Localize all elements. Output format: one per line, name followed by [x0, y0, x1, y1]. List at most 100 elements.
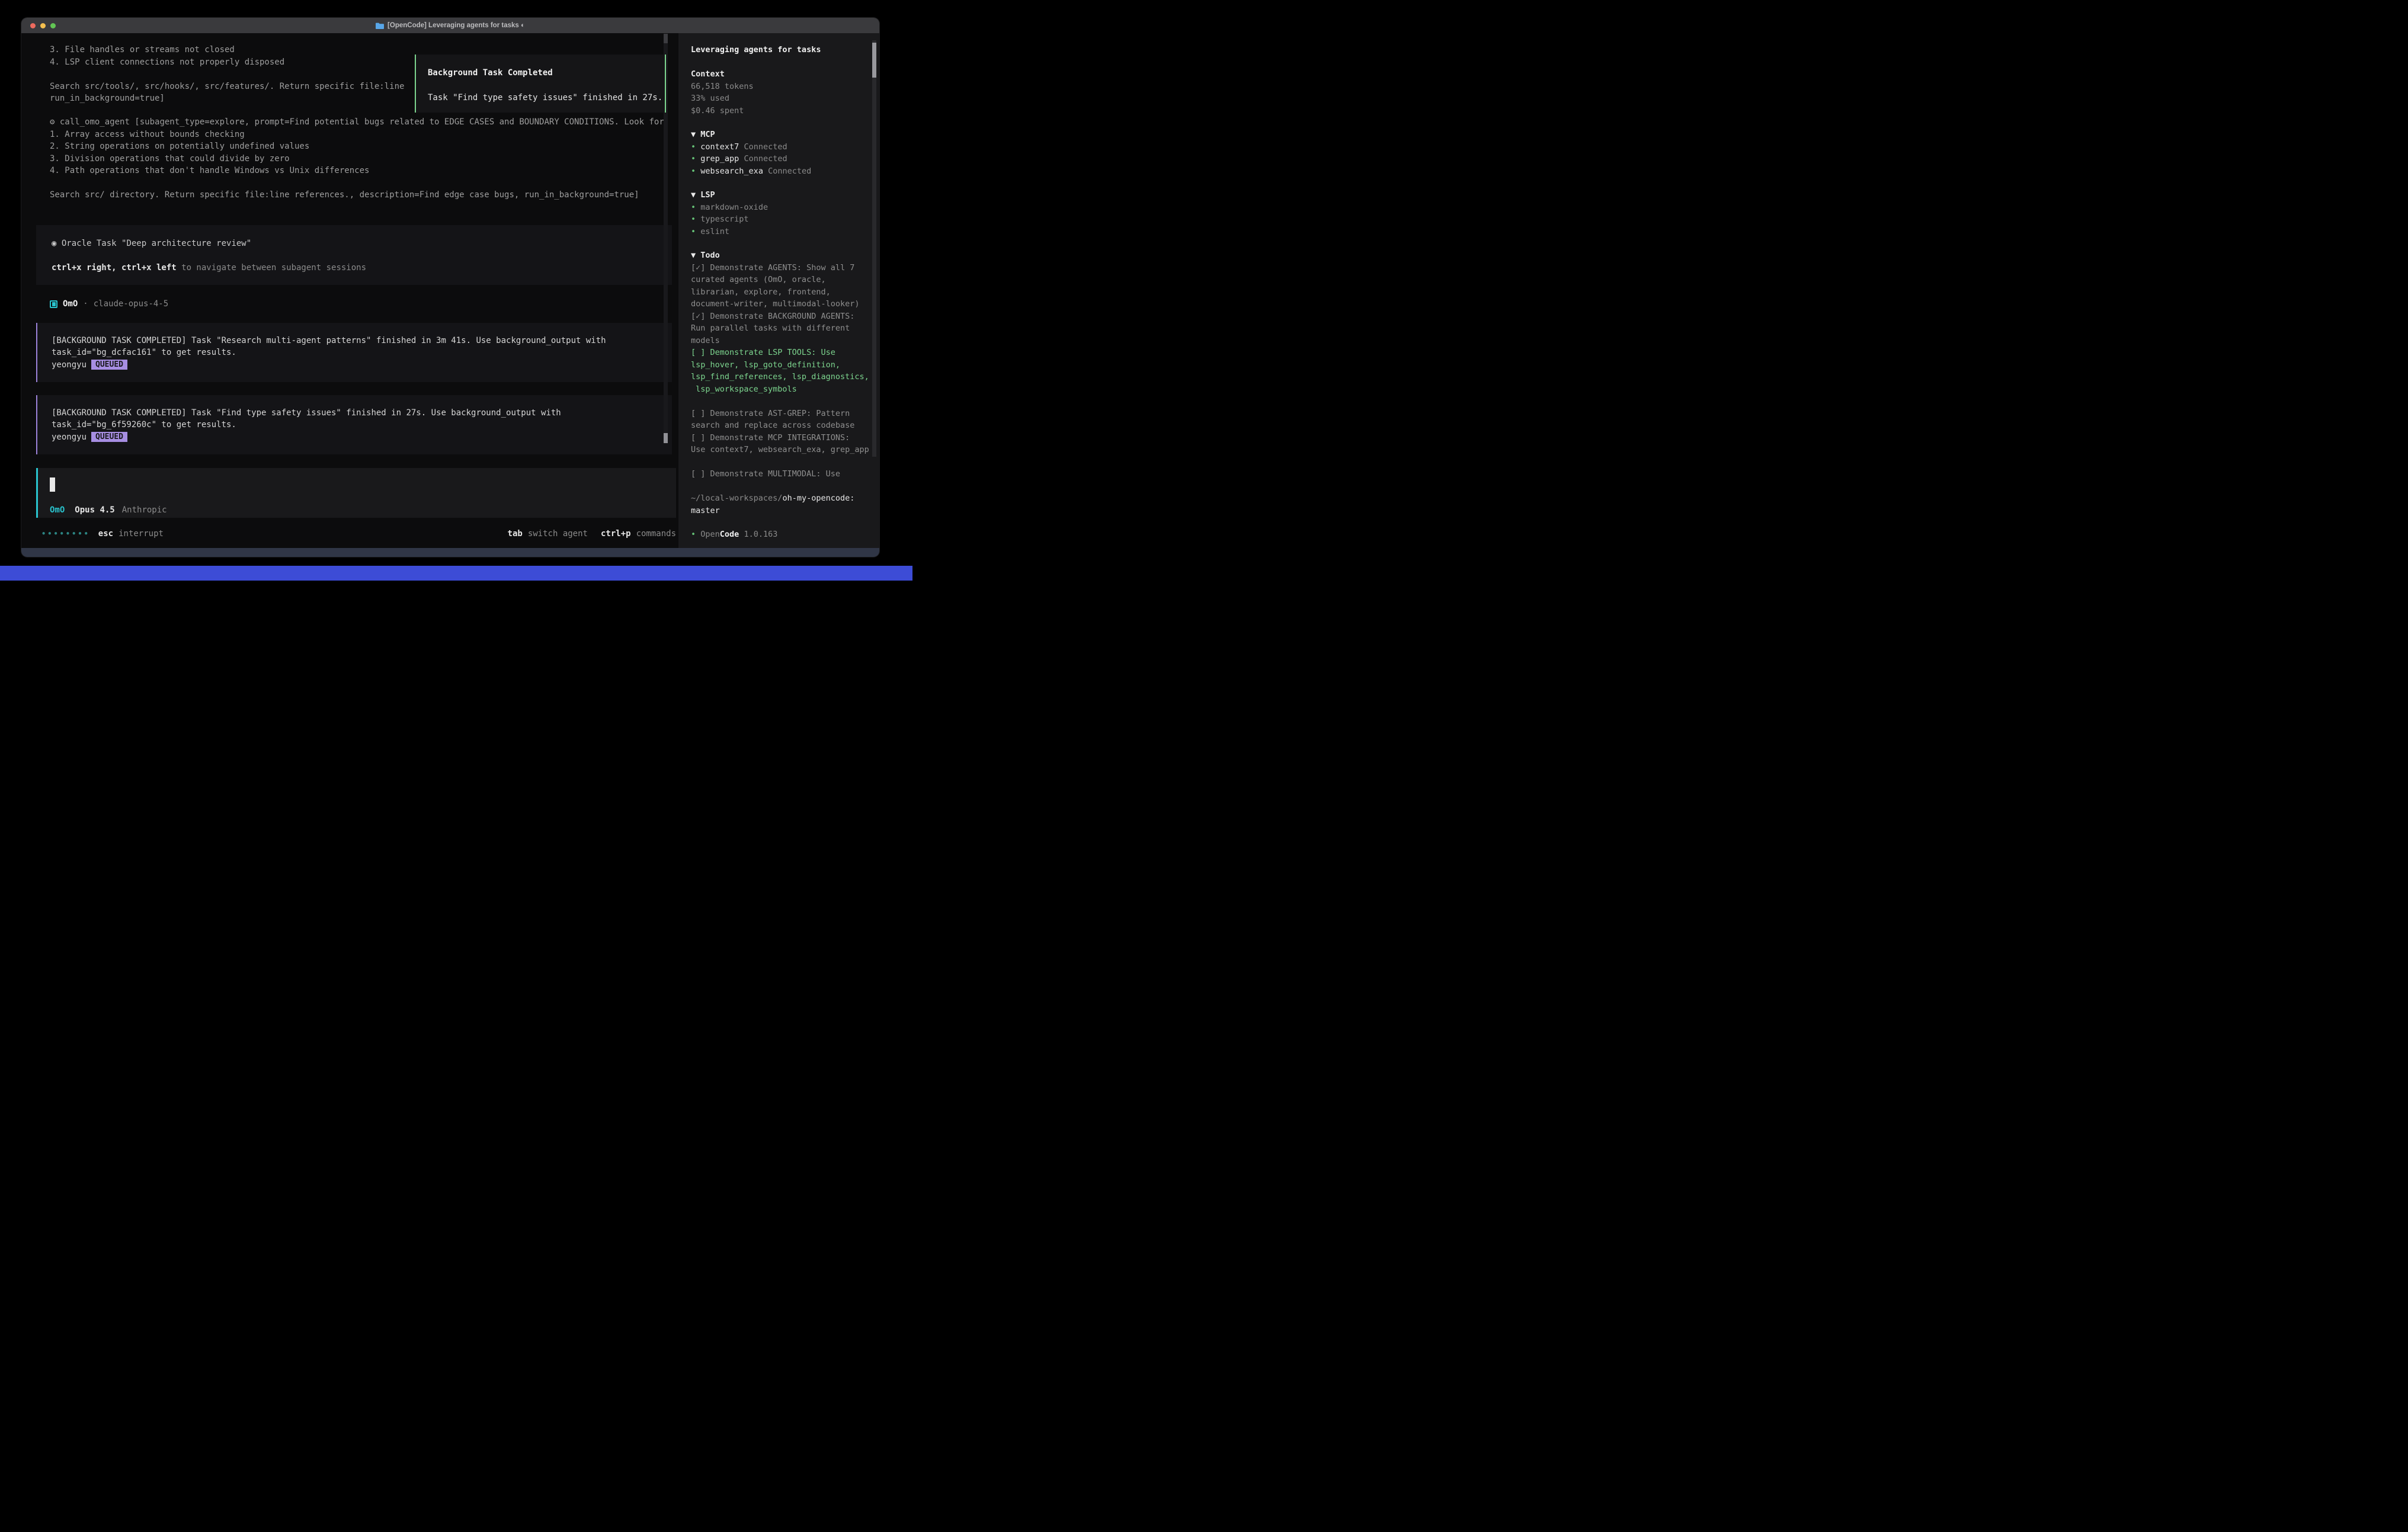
version-number: 1.0.163 [739, 530, 777, 539]
tab-key-label: switch agent [528, 529, 588, 539]
agent-checkbox-icon [50, 300, 57, 308]
titlebar: [OpenCode] Leveraging agents for tasks ◐ [21, 18, 879, 33]
status-dot-icon: • [691, 530, 696, 539]
scrollback-text: 3. File handles or streams not closed 4.… [50, 44, 404, 105]
terminal-main-pane: 3. File handles or streams not closed 4.… [21, 33, 678, 548]
ctrlp-key-label: commands [636, 529, 676, 539]
agent-session-row: OmO · claude-opus-4-5 [50, 298, 168, 310]
mcp-section-header[interactable]: ▼ MCP [691, 129, 811, 141]
status-badge: QUEUED [91, 432, 127, 442]
text-cursor [50, 477, 55, 492]
app-version-row: • OpenCode 1.0.163 [678, 528, 777, 541]
brand-code: Code [720, 530, 739, 539]
input-model-name: Opus 4.5 [75, 505, 114, 515]
shortcut-hint: to navigate between subagent sessions [177, 263, 366, 273]
oracle-task-card: ◉ Oracle Task "Deep architecture review"… [36, 225, 672, 285]
chevron-down-icon: ▼ [691, 251, 696, 260]
bullet-icon: • [691, 142, 696, 152]
chevron-down-icon: ▼ [691, 190, 696, 200]
todo-line-active: lsp_find_references, lsp_diagnostics, [691, 371, 869, 383]
bullet-icon: • [691, 154, 696, 164]
terminal-line: Search src/tools/, src/hooks/, src/featu… [50, 81, 404, 93]
background-task-message: [BACKGROUND TASK COMPLETED] Task "Find t… [36, 395, 672, 454]
activity-dots-icon: •••••••• [41, 530, 90, 538]
input-agent-name: OmO [50, 505, 65, 515]
bullet-icon: • [691, 166, 696, 176]
session-title: Leveraging agents for tasks [691, 44, 821, 56]
todo-line-active: [ ] Demonstrate LSP TOOLS: Use [691, 347, 869, 359]
bullet-icon: • [691, 203, 696, 212]
input-provider-name: Anthropic [122, 505, 167, 515]
prompt-input[interactable]: OmO Opus 4.5 Anthropic [36, 468, 676, 518]
todo-line: curated agents (OmO, oracle, [691, 274, 869, 286]
toast-body: Task "Find type safety issues" finished … [428, 92, 665, 104]
context-used: 33% used [691, 92, 754, 105]
context-spent: $0.46 spent [691, 105, 754, 117]
lsp-section-header[interactable]: ▼ LSP [691, 189, 768, 201]
terminal-line: run_in_background=true] [50, 92, 404, 105]
minimize-button[interactable] [40, 23, 46, 28]
terminal-line: 3. File handles or streams not closed [50, 44, 404, 56]
lsp-item: • eslint [691, 226, 768, 238]
tool-call-item: 1. Array access without bounds checking [50, 129, 664, 141]
folder-icon [376, 23, 384, 29]
todo-line: models [691, 335, 869, 347]
todo-section-header[interactable]: ▼ Todo [691, 249, 869, 262]
oracle-task-title: Oracle Task "Deep architecture review" [62, 239, 251, 248]
status-bar: •••••••• esc interrupt tab switch agent … [36, 528, 676, 540]
todo-line: document-writer, multimodal-looker) [691, 298, 869, 310]
window-title: [OpenCode] Leveraging agents for tasks ◐ [388, 22, 525, 29]
zoom-button[interactable] [50, 23, 56, 28]
esc-key-hint: esc [98, 529, 113, 539]
tool-call-footer: Search src/ directory. Return specific f… [50, 189, 664, 201]
mcp-item: • websearch_exa Connected [691, 165, 811, 178]
todo-line-active: lsp_hover, lsp_goto_definition, [691, 359, 869, 371]
app-window: [OpenCode] Leveraging agents for tasks ◐… [21, 18, 879, 557]
workspace-path: ~/local-workspaces/oh-my-opencode: maste… [678, 492, 854, 517]
status-badge: QUEUED [91, 360, 127, 370]
todo-line: search and replace across codebase [691, 419, 869, 432]
todo-line: [ ] Demonstrate AST-GREP: Pattern [691, 408, 869, 420]
tool-call-item: 3. Division operations that could divide… [50, 153, 664, 165]
context-heading: Context [691, 68, 754, 81]
git-branch: master [691, 505, 854, 517]
main-scrollbar-thumb-bottom[interactable] [664, 433, 668, 443]
task-message-line: [BACKGROUND TASK COMPLETED] Task "Find t… [52, 407, 672, 419]
mcp-item: • grep_app Connected [691, 153, 811, 165]
tool-call-text: call_omo_agent [subagent_type=explore, p… [60, 117, 664, 127]
task-user: yeongyu [52, 431, 87, 444]
tool-call-item: 4. Path operations that don't handle Win… [50, 165, 664, 177]
bullet-icon: • [691, 227, 696, 236]
main-scrollbar-thumb-top[interactable] [664, 34, 668, 43]
agent-model: claude-opus-4-5 [94, 299, 168, 309]
sidebar-scrollbar[interactable] [872, 40, 876, 457]
context-section: Context 66,518 tokens 33% used $0.46 spe… [678, 68, 754, 117]
bullet-icon: • [691, 214, 696, 224]
agent-name: OmO [63, 299, 78, 309]
tool-call-item: 2. String operations on potentially unde… [50, 140, 664, 153]
mcp-section: ▼ MCP • context7 Connected • grep_app Co… [678, 129, 811, 177]
task-user: yeongyu [52, 359, 87, 371]
todo-line: librarian, explore, frontend, [691, 286, 869, 299]
task-message-line: [BACKGROUND TASK COMPLETED] Task "Resear… [52, 335, 672, 347]
background-task-toast: Background Task Completed Task "Find typ… [415, 55, 666, 113]
sidebar-scrollbar-thumb[interactable] [872, 43, 876, 78]
todo-section: ▼ Todo [✓] Demonstrate AGENTS: Show all … [678, 249, 869, 480]
esc-key-label: interrupt [119, 529, 164, 539]
separator-dot: · [83, 299, 88, 309]
lsp-item: • typescript [691, 213, 768, 226]
tool-call-block: ⚙ call_omo_agent [subagent_type=explore,… [50, 116, 664, 201]
task-message-line: task_id="bg_6f59260c" to get results. [52, 419, 672, 431]
todo-line: [✓] Demonstrate BACKGROUND AGENTS: [691, 310, 869, 323]
lsp-item: • markdown-oxide [691, 201, 768, 214]
ctrlp-key-hint: ctrl+p [601, 529, 631, 539]
close-button[interactable] [30, 23, 36, 28]
shortcut-keys: ctrl+x right, ctrl+x left [52, 263, 177, 273]
terminal-line: 4. LSP client connections not properly d… [50, 56, 404, 69]
context-tokens: 66,518 tokens [691, 81, 754, 93]
toast-title: Background Task Completed [428, 67, 665, 79]
path-prefix: ~/local-workspaces/ [691, 493, 782, 503]
background-task-message: [BACKGROUND TASK COMPLETED] Task "Resear… [36, 323, 672, 382]
todo-line: [✓] Demonstrate AGENTS: Show all 7 [691, 262, 869, 274]
todo-line: [ ] Demonstrate MCP INTEGRATIONS: [691, 432, 869, 444]
